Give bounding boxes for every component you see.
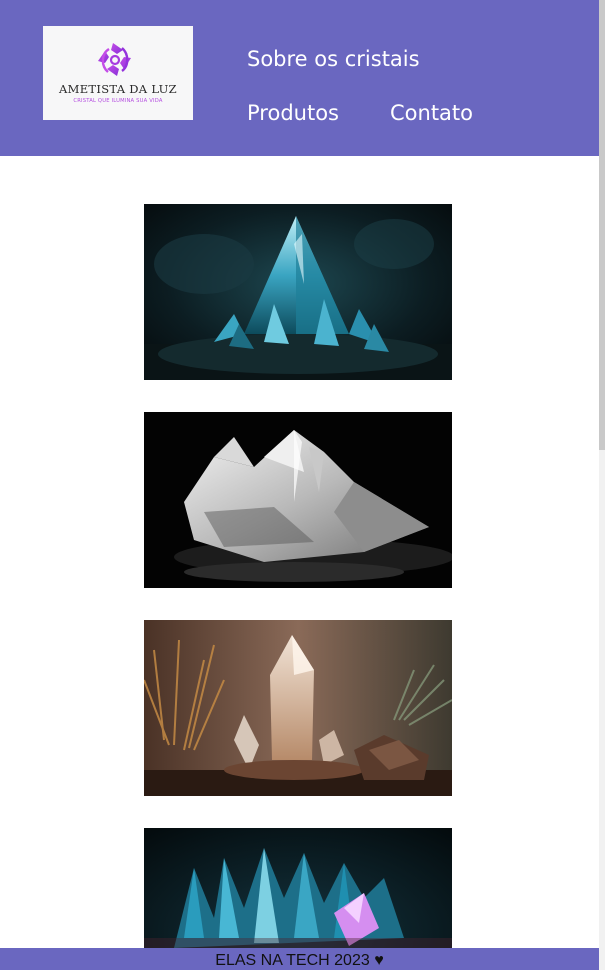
site-header: AMETISTA DA LUZ CRISTAL QUE ILUMINA SUA … <box>0 0 599 156</box>
scrollbar-thumb[interactable] <box>599 0 605 450</box>
amethyst-spiral-logo-icon <box>98 43 131 76</box>
brand-name: AMETISTA DA LUZ <box>59 82 177 96</box>
clear-quartz-point-image <box>144 412 452 588</box>
footer-credit: ELAS NA TECH 2023 ♥ <box>215 952 384 969</box>
brand-logo[interactable]: AMETISTA DA LUZ CRISTAL QUE ILUMINA SUA … <box>43 26 193 120</box>
quartz-tower-warm-light-image <box>144 620 452 796</box>
nav-link-products[interactable]: Produtos <box>247 100 339 126</box>
page: AMETISTA DA LUZ CRISTAL QUE ILUMINA SUA … <box>0 0 605 970</box>
nav-link-contact[interactable]: Contato <box>390 100 473 126</box>
nav-link-about-crystals[interactable]: Sobre os cristais <box>247 46 420 72</box>
site-footer: ELAS NA TECH 2023 ♥ <box>0 948 599 970</box>
brand-tagline: CRISTAL QUE ILUMINA SUA VIDA <box>73 98 163 104</box>
blue-crystal-pyramid-image <box>144 204 452 380</box>
